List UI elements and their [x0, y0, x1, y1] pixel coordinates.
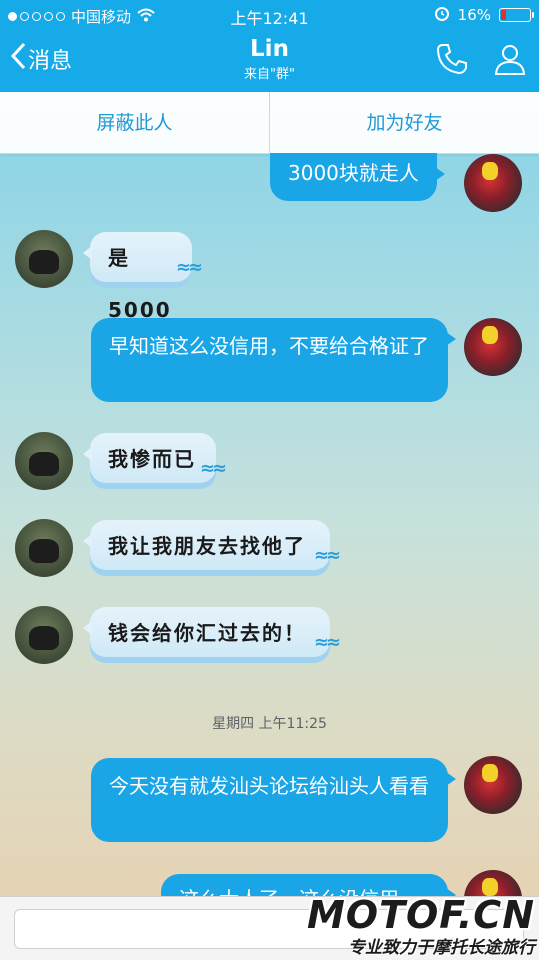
phone-icon[interactable] [435, 42, 469, 80]
message-bubble[interactable]: 是5000 ≈≈ [83, 232, 203, 322]
status-bar: 中国移动 上午12:41 16% [0, 0, 539, 30]
battery-percent: 16% [457, 6, 491, 24]
message-bubble[interactable]: 钱会给你汇过去的！ ≈≈ [83, 607, 341, 663]
wave-icon: ≈≈ [313, 545, 341, 566]
avatar[interactable] [15, 606, 73, 664]
message-bubble[interactable]: 我让我朋友去找他了 ≈≈ [83, 520, 341, 576]
add-friend-button[interactable]: 加为好友 [269, 92, 539, 153]
watermark-brand: MOTOF.CN [306, 893, 535, 937]
avatar[interactable] [464, 318, 522, 376]
message-text: 我惨而已 [108, 447, 196, 471]
block-user-button[interactable]: 屏蔽此人 [0, 92, 269, 153]
message-bubble[interactable]: 我惨而已 ≈≈ [83, 433, 227, 489]
navigation-bar: 消息 Lin 来自"群" [0, 32, 539, 92]
avatar[interactable] [15, 519, 73, 577]
message-bubble[interactable]: 今天没有就发汕头论坛给汕头人看看 [91, 758, 456, 842]
action-bar: 屏蔽此人 加为好友 [0, 92, 539, 154]
message-text: 是5000 [108, 246, 172, 322]
alarm-icon [434, 5, 450, 25]
wave-icon: ≈≈ [175, 257, 203, 278]
avatar[interactable] [15, 230, 73, 288]
wave-icon: ≈≈ [199, 458, 227, 479]
profile-icon[interactable] [493, 42, 527, 80]
message-text: 我让我朋友去找他了 [108, 534, 306, 558]
battery-icon [499, 8, 534, 22]
top-bar: 中国移动 上午12:41 16% 消息 Lin 来自"群" [0, 0, 539, 92]
wave-icon: ≈≈ [313, 632, 341, 653]
avatar[interactable] [15, 432, 73, 490]
avatar[interactable] [464, 756, 522, 814]
message-bubble[interactable]: 3000块就走人 [270, 153, 445, 201]
message-timestamp: 星期四 上午11:25 [212, 716, 327, 732]
watermark: MOTOF.CN 专业致力于摩托长途旅行 [307, 893, 535, 958]
avatar[interactable] [464, 154, 522, 212]
message-text: 钱会给你汇过去的！ [108, 621, 306, 645]
message-bubble[interactable]: 早知道这么没信用，不要给合格证了 [91, 318, 456, 402]
